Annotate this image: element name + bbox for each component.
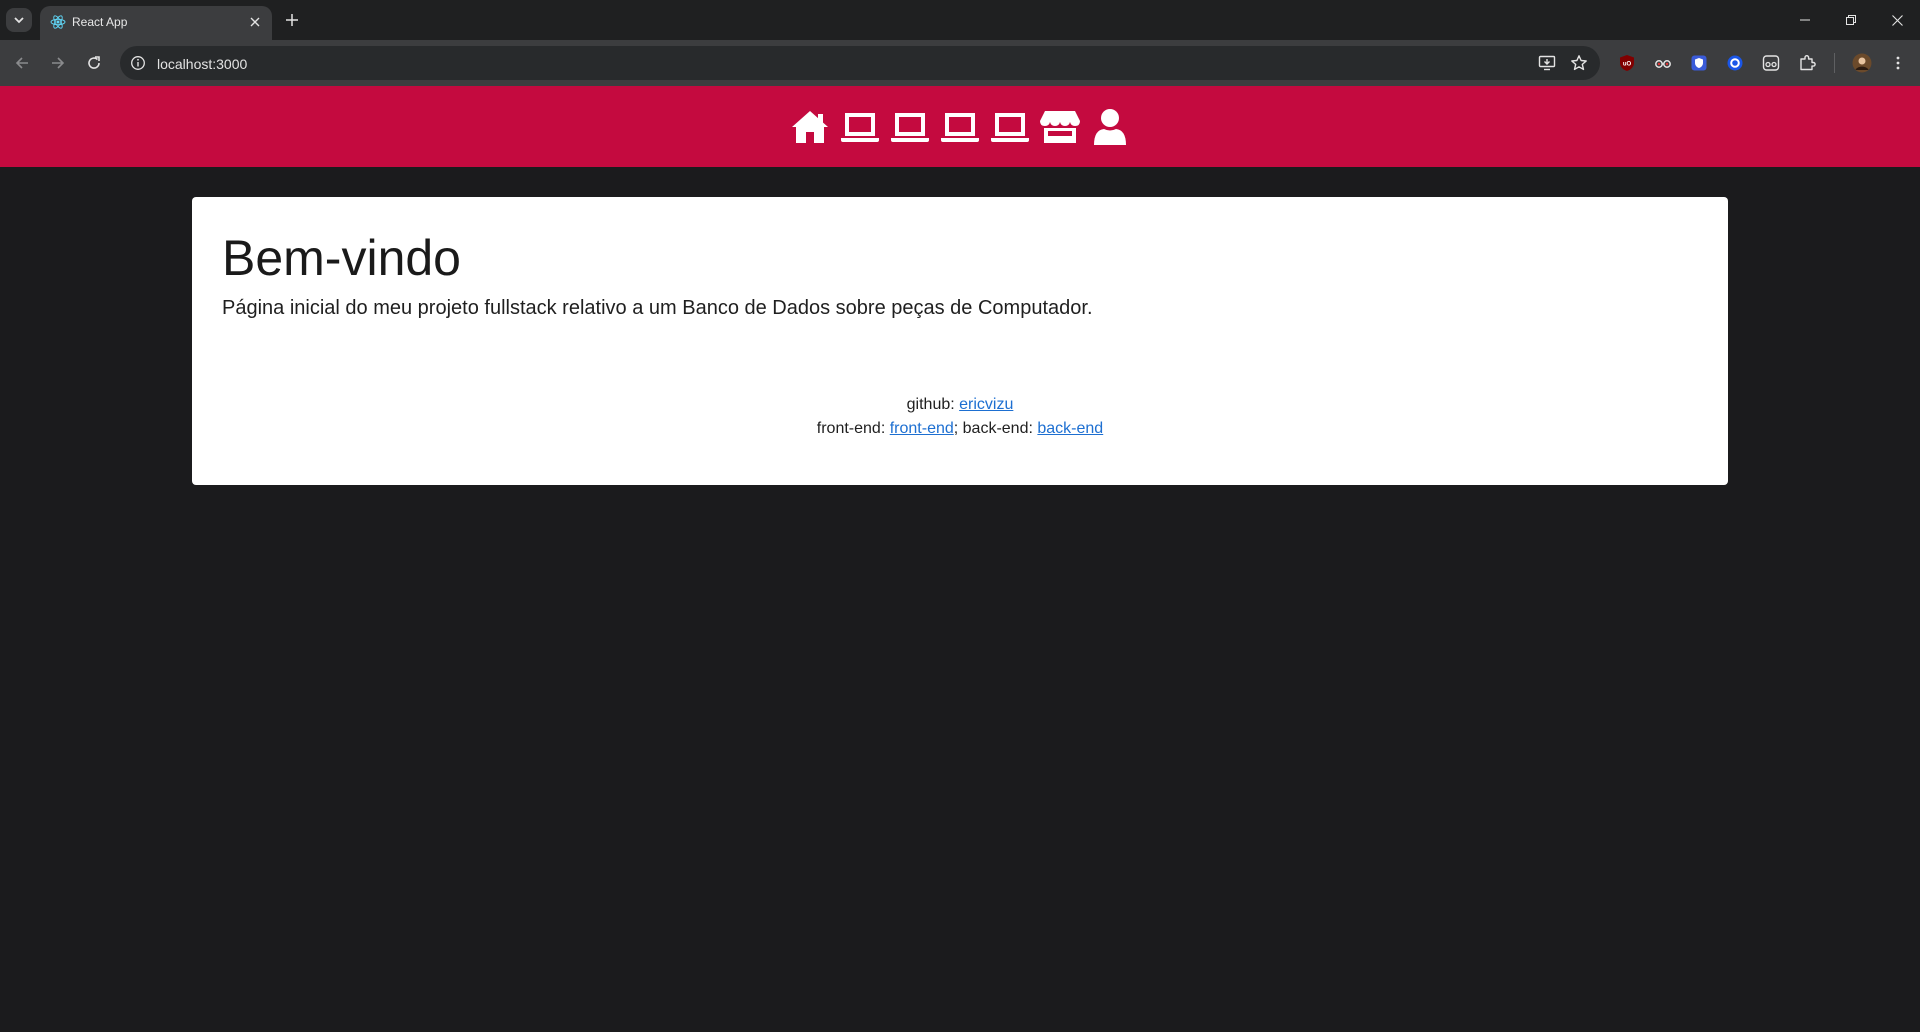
nav-home[interactable] [789, 106, 831, 148]
github-link[interactable]: ericvizu [959, 396, 1013, 413]
circle-icon [1727, 55, 1743, 71]
star-icon [1571, 55, 1587, 71]
shield-extension[interactable] [1688, 52, 1710, 74]
nav-laptop-3[interactable] [939, 106, 981, 148]
page-viewport: Bem-vindo Página inicial do meu projeto … [0, 86, 1920, 1032]
nav-laptop-2[interactable] [889, 106, 931, 148]
glasses-icon [1655, 60, 1671, 68]
close-icon [1891, 14, 1903, 26]
info-icon [131, 56, 145, 70]
repo-links-line: front-end: front-end; back-end: back-end [192, 417, 1728, 441]
user-icon [1094, 108, 1126, 145]
backend-link[interactable]: back-end [1037, 420, 1103, 437]
ublock-extension[interactable]: uO [1616, 52, 1638, 74]
arrow-left-icon [15, 57, 28, 69]
tab-close-button[interactable] [246, 13, 264, 31]
store-icon [1040, 110, 1080, 143]
restore-icon [1846, 15, 1856, 25]
avatar-icon [1852, 53, 1872, 73]
page-title: Bem-vindo [222, 230, 461, 286]
minimize-button[interactable] [1782, 0, 1828, 40]
extensions-button[interactable] [1796, 52, 1818, 74]
laptop-icon [941, 112, 979, 142]
circle-extension[interactable] [1724, 52, 1746, 74]
shield-icon [1691, 55, 1707, 71]
install-app-button[interactable] [1537, 53, 1557, 73]
profile-avatar[interactable] [1851, 52, 1873, 74]
link-separator: ; [953, 420, 963, 437]
page-description: Página inicial do meu projeto fullstack … [222, 297, 1093, 319]
frontend-label: front-end: [816, 420, 890, 437]
restore-button[interactable] [1828, 0, 1874, 40]
react-icon [50, 15, 66, 29]
more-vertical-icon [1896, 56, 1900, 70]
site-info-button[interactable] [128, 53, 148, 73]
close-window-button[interactable] [1874, 0, 1920, 40]
url-text[interactable]: localhost:3000 [157, 56, 247, 72]
nav-store[interactable] [1039, 106, 1081, 148]
github-label: github: [906, 396, 960, 413]
tab-search-button[interactable] [6, 8, 32, 32]
laptop-icon [841, 112, 879, 142]
incognito-extension[interactable] [1760, 52, 1782, 74]
nav-user[interactable] [1089, 106, 1131, 148]
home-icon [792, 110, 828, 143]
browser-toolbar: localhost:3000 uO [0, 40, 1920, 86]
tab-strip: React App [0, 0, 1920, 40]
tab-title: React App [72, 15, 128, 29]
toolbar-divider [1834, 53, 1835, 73]
top-navbar [0, 86, 1920, 167]
reload-icon [88, 56, 100, 69]
glasses-extension[interactable] [1652, 52, 1674, 74]
laptop-icon [891, 112, 929, 142]
back-button[interactable] [10, 51, 34, 75]
chevron-down-icon [14, 17, 24, 24]
active-tab[interactable]: React App [40, 6, 272, 40]
minimize-icon [1800, 19, 1810, 21]
plus-icon [286, 14, 298, 26]
welcome-card: Bem-vindo Página inicial do meu projeto … [192, 197, 1728, 485]
backend-label: back-end: [962, 420, 1038, 437]
arrow-right-icon [52, 57, 65, 69]
address-bar[interactable]: localhost:3000 [120, 46, 1600, 80]
forward-button[interactable] [46, 51, 70, 75]
nav-laptop-1[interactable] [839, 106, 881, 148]
incognito-icon [1762, 55, 1780, 71]
svg-text:uO: uO [1623, 62, 1632, 68]
close-icon [250, 17, 260, 27]
install-icon [1538, 55, 1556, 71]
nav-laptop-4[interactable] [989, 106, 1031, 148]
reload-button[interactable] [82, 51, 106, 75]
laptop-icon [991, 112, 1029, 142]
frontend-link[interactable]: front-end [890, 420, 954, 437]
github-line: github: ericvizu [192, 393, 1728, 417]
project-links: github: ericvizu front-end: front-end; b… [192, 393, 1728, 441]
menu-button[interactable] [1887, 52, 1909, 74]
ublock-icon: uO [1620, 55, 1634, 71]
puzzle-icon [1800, 55, 1816, 71]
new-tab-button[interactable] [280, 8, 304, 32]
bookmark-button[interactable] [1569, 53, 1589, 73]
